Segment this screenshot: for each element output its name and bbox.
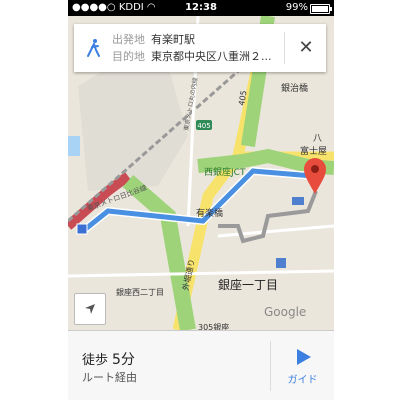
battery-percent: 99% xyxy=(285,2,308,13)
hachi-label: 八 xyxy=(313,134,322,144)
origin-label: 出発地 xyxy=(112,33,145,46)
water-area xyxy=(68,136,80,156)
card-divider xyxy=(284,32,285,64)
travel-mode-label: 徒歩 xyxy=(82,353,109,368)
play-arrow-icon xyxy=(297,349,311,365)
ginza-1chome-label: 銀座一丁目 xyxy=(218,277,278,292)
metro-station-icon xyxy=(276,258,286,268)
guide-label: ガイド xyxy=(287,375,318,386)
origin-row[interactable]: 出発地 有楽町駅 xyxy=(112,33,195,47)
route-card: 出発地 有楽町駅 目的地 東京都中央区八重洲２... ✕ xyxy=(74,24,326,72)
battery-icon xyxy=(310,4,332,14)
yurakubashi-label: 有楽橋 xyxy=(196,207,223,219)
destination-label: 目的地 xyxy=(112,50,145,63)
status-bar: ●●●●○ KDDI ◠ 12:38 99% xyxy=(68,0,334,16)
battery-level-fill xyxy=(312,6,328,12)
origin-value: 有楽町駅 xyxy=(151,33,195,46)
route-405-label: 405 xyxy=(197,122,210,130)
travel-duration: 5分 xyxy=(112,352,135,368)
destination-row[interactable]: 目的地 東京都中央区八重洲２... xyxy=(112,50,272,64)
fujiya-label: 富士屋 xyxy=(300,145,327,157)
route-via: ルート経由 xyxy=(82,371,137,384)
bridge-label: 銀治橋 xyxy=(281,82,308,94)
nishi-ginza-jct-label: 西銀座JCT xyxy=(204,166,246,178)
origin-station-icon[interactable] xyxy=(76,223,88,235)
destination-marker-dot xyxy=(311,165,319,173)
walking-icon xyxy=(87,39,100,57)
route-summary-panel: 徒歩 5分 ルート経由 ガイド xyxy=(68,330,334,400)
guide-button[interactable]: ガイド xyxy=(271,331,334,400)
parking-icon xyxy=(292,197,304,205)
location-arrow-icon xyxy=(85,304,95,314)
phone-screen: ●●●●○ KDDI ◠ 12:38 99% 405 405 西銀座JCT 有楽… xyxy=(68,0,334,400)
travel-mode: 徒歩 5分 xyxy=(82,349,135,369)
google-logo: Google xyxy=(264,305,306,319)
my-location-button[interactable] xyxy=(74,293,106,325)
destination-value: 東京都中央区八重洲２... xyxy=(151,50,272,63)
close-button[interactable]: ✕ xyxy=(286,24,326,72)
ginza-nishi-2chome-label: 銀座西二丁目 xyxy=(116,287,164,297)
block-number-label: 305銀座 xyxy=(198,322,229,330)
